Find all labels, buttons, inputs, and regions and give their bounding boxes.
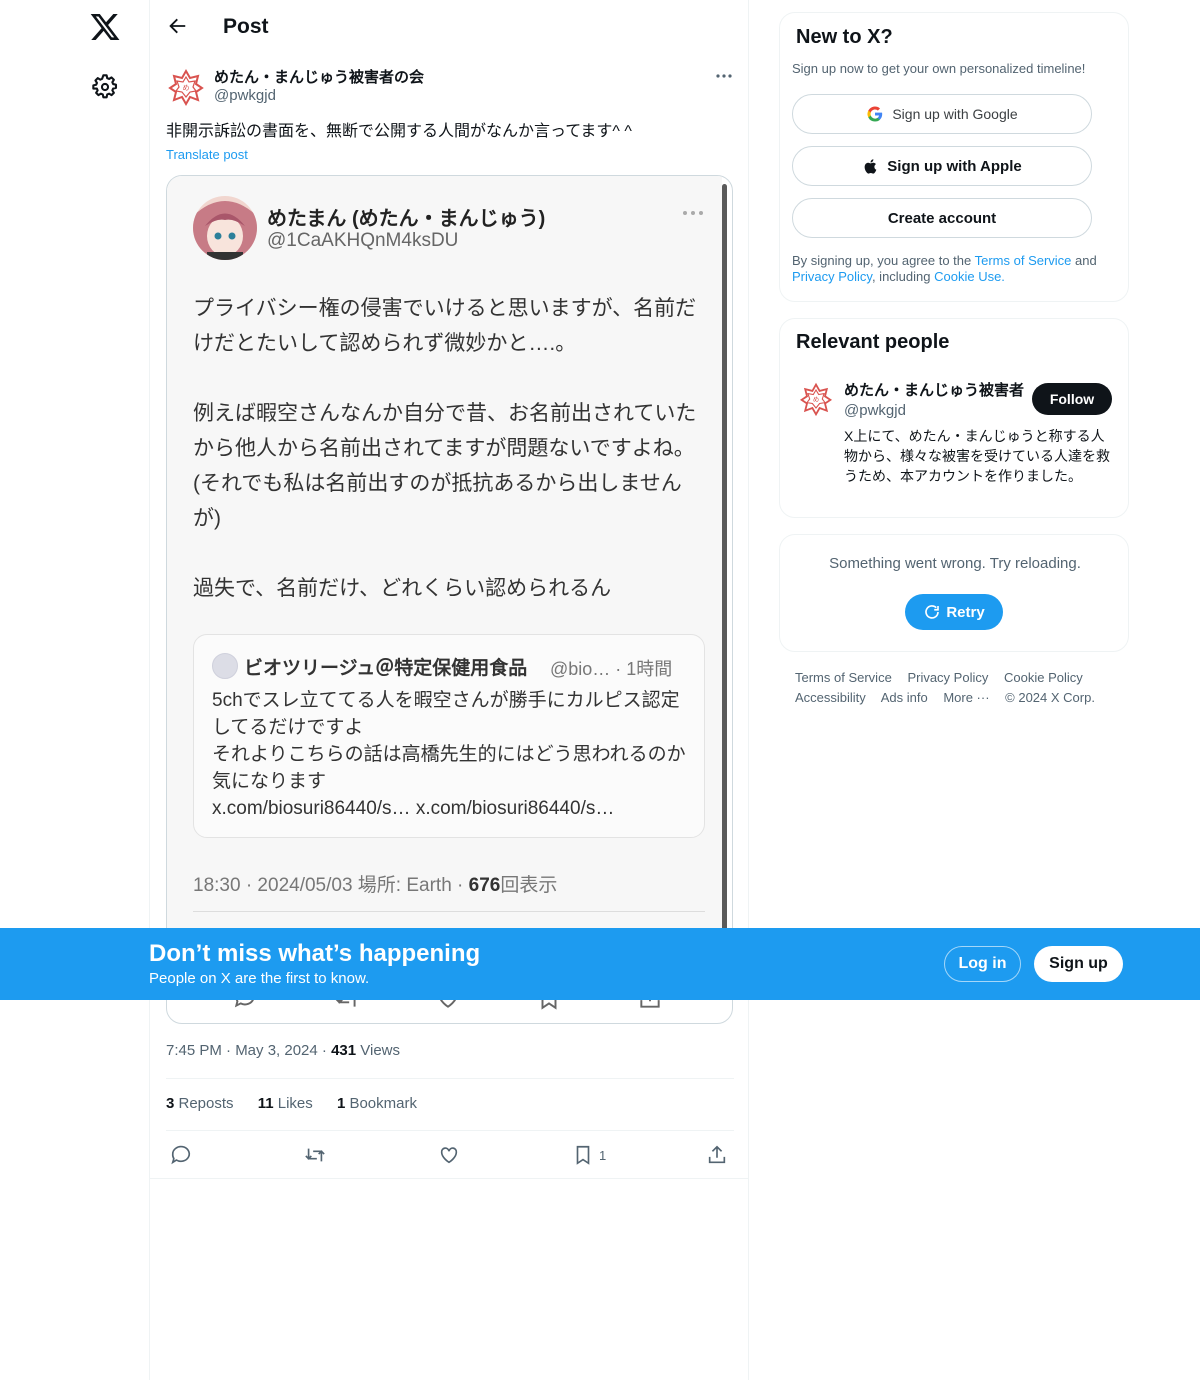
reposts-label: Reposts — [174, 1095, 234, 1112]
quote-author-name: ビオツリージュ＠特定保健用食品 — [244, 658, 528, 679]
embedded-author-name: めたまん (めたん・まんじゅう) — [267, 208, 546, 230]
author-handle[interactable]: @pwkgjd — [214, 87, 276, 104]
signup-google-label: Sign up with Google — [892, 106, 1018, 122]
bookmarks-stat[interactable]: 1 Bookmark — [337, 1095, 417, 1112]
footer-link-privacy[interactable]: Privacy Policy — [907, 670, 988, 685]
apple-icon — [864, 158, 877, 174]
embedded-divider — [193, 911, 705, 912]
repost-icon[interactable] — [304, 1144, 326, 1166]
quote-text: 5chでスレ立ててる人を暇空さんが勝手にカルピス認定してるだけですよ それよりこ… — [212, 690, 686, 819]
error-message: Something went wrong. Try reloading. — [829, 555, 1081, 572]
embedded-screenshot: めたまん (めたん・まんじゅう) @1CaAKHQnM4ksDU プライバシー権… — [167, 176, 722, 936]
post-stats: 3 Reposts 11 Likes 1 Bookmark — [166, 1095, 437, 1112]
quote-meta: @bio… · 1時間 — [550, 659, 673, 679]
settings-gear-icon[interactable] — [91, 73, 119, 101]
post-text: 非開示訴訟の書面を、無断で公開する人間がなんか言ってます^ ^ — [166, 123, 632, 140]
relevant-person-handle[interactable]: @pwkgjd — [844, 402, 906, 419]
likes-stat[interactable]: 11 Likes — [258, 1095, 313, 1112]
reply-icon[interactable] — [170, 1144, 192, 1166]
banner-subtitle: People on X are the first to know. — [149, 970, 370, 987]
likes-count: 11 — [257, 1095, 274, 1112]
quote-avatar — [212, 653, 238, 679]
signup-card-title: New to X? — [796, 26, 893, 48]
footer-links: Terms of Service Privacy Policy Cookie P… — [795, 668, 1125, 708]
back-arrow-icon[interactable] — [166, 15, 188, 37]
create-account-label: Create account — [887, 209, 997, 227]
share-icon[interactable] — [706, 1144, 728, 1166]
embedded-timestamp: 18:30 · 2024/05/03 場所: Earth · 676回表示 — [193, 870, 557, 897]
bookmark-action-count: 1 — [599, 1148, 607, 1163]
post-image-card[interactable]: めたまん (めたん・まんじゅう) @1CaAKHQnM4ksDU プライバシー権… — [166, 175, 733, 1024]
footer-link-more[interactable]: More ··· — [943, 690, 989, 705]
post-author: め めたん・まんじゅう被害者の会 @pwkgjd — [166, 64, 734, 108]
likes-label: Likes — [273, 1095, 313, 1112]
post-timestamp: 7:45 PM · May 3, 2024 · 431 Views — [166, 1042, 400, 1059]
svg-text:め: め — [813, 396, 819, 404]
author-name[interactable]: めたん・まんじゅう被害者の会 — [214, 66, 424, 87]
translate-post-link[interactable]: Translate post — [166, 147, 248, 162]
terms-prefix: By signing up, you agree to the — [792, 253, 975, 268]
embedded-author-handle: @1CaAKHQnM4ksDU — [267, 230, 459, 251]
svg-text:め: め — [183, 84, 190, 92]
bookmarks-label: Bookmark — [345, 1095, 417, 1112]
embedded-more-icon — [683, 211, 703, 215]
signup-terms: By signing up, you agree to the Terms of… — [792, 253, 1112, 285]
footer-link-terms[interactable]: Terms of Service — [795, 670, 892, 685]
signup-apple-label: Sign up with Apple — [887, 157, 1022, 175]
signup-banner: Don’t miss what’s happening People on X … — [0, 928, 1200, 1000]
signup-card-subtitle: Sign up now to get your own personalized… — [792, 61, 1086, 76]
page-title: Post — [223, 15, 269, 38]
more-options-icon[interactable] — [714, 66, 734, 86]
signup-button[interactable]: Sign up — [1034, 946, 1123, 982]
divider — [166, 1130, 734, 1131]
relevant-person-name[interactable]: めたん・まんじゅう被害者 — [844, 379, 1024, 400]
banner-title: Don’t miss what’s happening — [149, 940, 481, 967]
embedded-timestamp-prefix: 18:30 · 2024/05/03 場所: Earth · — [193, 875, 469, 896]
retry-button[interactable]: Retry — [905, 594, 1003, 630]
relevant-person-bio: X上にて、めたん・まんじゅうと称する人物から、様々な被害を受けている人達を救うた… — [844, 428, 1110, 484]
views-label: Views — [356, 1042, 401, 1059]
google-icon — [867, 106, 883, 122]
post-actions: 1 — [166, 1140, 734, 1170]
relevant-people-card: Relevant people め めたん・まんじゅう被害者 @pwkgjd F… — [779, 318, 1129, 518]
login-button[interactable]: Log in — [944, 946, 1021, 982]
relevant-people-title: Relevant people — [796, 331, 950, 353]
post-header: Post — [150, 0, 748, 54]
follow-button[interactable]: Follow — [1032, 383, 1112, 415]
retry-label: Retry — [946, 603, 985, 621]
signup-card: New to X? Sign up now to get your own pe… — [779, 12, 1129, 302]
error-card: Something went wrong. Try reloading. Ret… — [779, 534, 1129, 652]
relevant-person-avatar[interactable]: め — [798, 381, 834, 417]
cookie-use-link[interactable]: Cookie Use. — [934, 269, 1005, 284]
privacy-policy-link[interactable]: Privacy Policy — [792, 269, 872, 284]
terms-and: and — [1071, 253, 1097, 268]
views-count: 431 — [331, 1042, 357, 1059]
footer-copyright: © 2024 X Corp. — [1005, 690, 1095, 705]
divider — [166, 1078, 734, 1079]
embedded-views-count: 676 — [468, 875, 501, 896]
reposts-stat[interactable]: 3 Reposts — [166, 1095, 234, 1112]
embedded-avatar — [193, 196, 257, 260]
refresh-icon — [925, 605, 940, 619]
footer-link-cookie[interactable]: Cookie Policy — [1004, 670, 1083, 685]
embedded-scrollbar — [722, 184, 727, 944]
signup-google-button[interactable]: Sign up with Google — [792, 94, 1092, 134]
author-avatar[interactable]: め — [166, 67, 206, 107]
like-icon[interactable] — [438, 1144, 460, 1166]
left-rail — [0, 0, 150, 1380]
signup-apple-button[interactable]: Sign up with Apple — [792, 146, 1092, 186]
divider — [150, 1178, 748, 1179]
footer-link-accessibility[interactable]: Accessibility — [795, 690, 866, 705]
create-account-button[interactable]: Create account — [792, 198, 1092, 238]
bookmark-icon[interactable] — [572, 1144, 594, 1166]
terms-of-service-link[interactable]: Terms of Service — [975, 253, 1072, 268]
embedded-post-text: プライバシー権の侵害でいけると思いますが、名前だけだとたいして認められず微妙かと… — [193, 297, 697, 600]
footer-link-ads-info[interactable]: Ads info — [881, 690, 928, 705]
embedded-views-suffix: 回表示 — [500, 875, 558, 896]
embedded-quote-card: ビオツリージュ＠特定保健用食品 @bio… · 1時間 5chでスレ立ててる人を… — [193, 634, 705, 838]
terms-including: , including — [871, 269, 935, 284]
x-logo-icon[interactable] — [89, 11, 121, 43]
main-column: Post め めたん・まんじゅう被害者の会 @pwkgjd 非開示訴訟の書面を、… — [149, 0, 749, 1380]
timestamp-text[interactable]: 7:45 PM · May 3, 2024 · — [166, 1042, 331, 1059]
